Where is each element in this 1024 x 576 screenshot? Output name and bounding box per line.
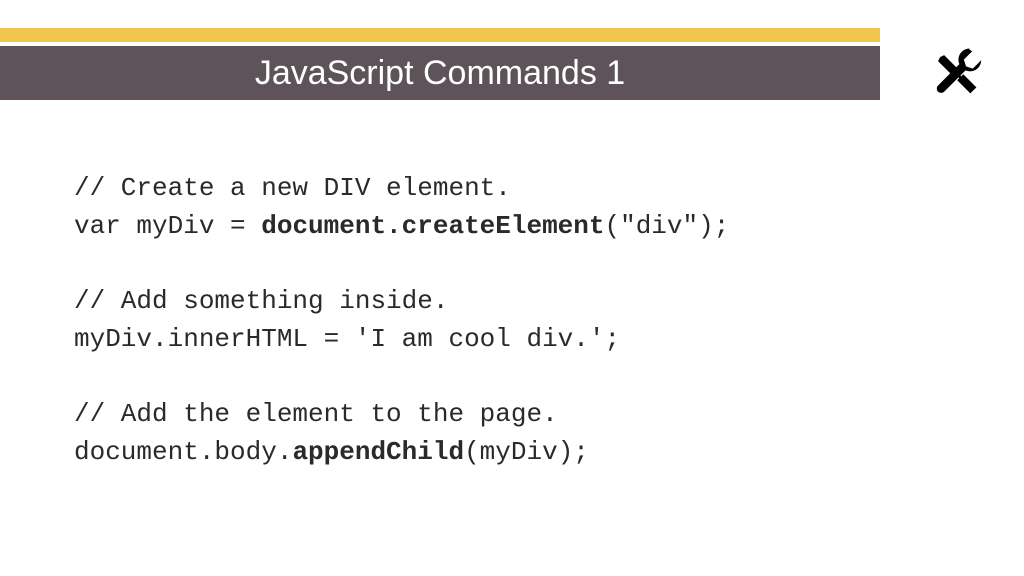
title-bar: JavaScript Commands 1	[0, 46, 880, 100]
accent-bar	[0, 28, 880, 42]
slide-title: JavaScript Commands 1	[255, 54, 625, 93]
code-block: // Create a new DIV element. var myDiv =…	[74, 170, 729, 472]
tools-icon	[928, 44, 984, 100]
code-text: myDiv.innerHTML = 'I am cool div.';	[74, 324, 620, 354]
code-text: document.body.	[74, 437, 292, 467]
code-comment: // Create a new DIV element.	[74, 173, 511, 203]
code-text: ("div");	[605, 211, 730, 241]
code-text: var myDiv =	[74, 211, 261, 241]
code-bold: document.createElement	[261, 211, 604, 241]
code-text: (myDiv);	[464, 437, 589, 467]
code-bold: appendChild	[292, 437, 464, 467]
code-comment: // Add something inside.	[74, 286, 448, 316]
code-comment: // Add the element to the page.	[74, 399, 558, 429]
